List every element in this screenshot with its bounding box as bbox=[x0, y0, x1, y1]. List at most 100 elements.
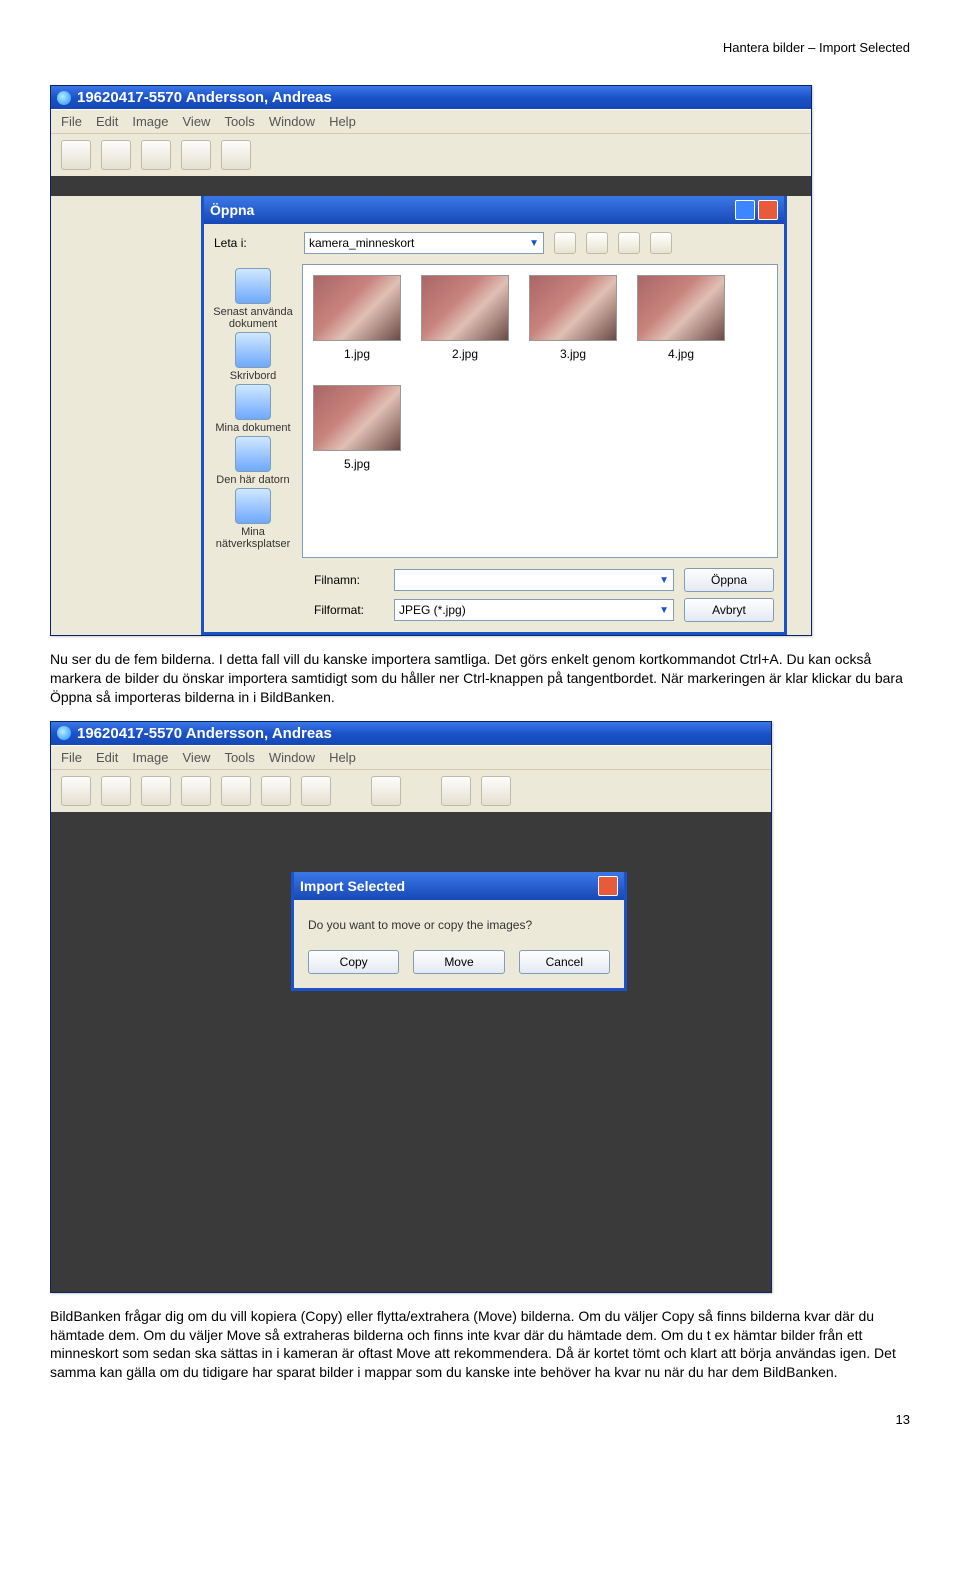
paragraph-1: Nu ser du de fem bilderna. I detta fall … bbox=[50, 650, 910, 707]
menu-edit[interactable]: Edit bbox=[96, 114, 118, 129]
file-thumb[interactable]: 5.jpg bbox=[313, 385, 401, 471]
titlebar: 19620417-5570 Andersson, Andreas bbox=[51, 86, 811, 109]
place-label: Mina dokument bbox=[215, 422, 290, 434]
look-in-combo[interactable]: kamera_minneskort ▼ bbox=[304, 232, 544, 254]
chevron-down-icon: ▼ bbox=[659, 575, 669, 586]
import-dialog: Import Selected Do you want to move or c… bbox=[291, 872, 627, 991]
filename-input[interactable]: ▼ bbox=[394, 569, 674, 591]
close-icon[interactable] bbox=[598, 876, 618, 896]
menu-help[interactable]: Help bbox=[329, 114, 356, 129]
toolbar-icon[interactable] bbox=[141, 776, 171, 806]
chevron-down-icon: ▼ bbox=[529, 238, 539, 249]
image-thumb-icon bbox=[313, 385, 401, 451]
cancel-button[interactable]: Cancel bbox=[519, 950, 610, 974]
page-header: Hantera bilder – Import Selected bbox=[50, 40, 910, 55]
new-folder-icon[interactable] bbox=[618, 232, 640, 254]
app-window: 19620417-5570 Andersson, Andreas File Ed… bbox=[50, 85, 812, 636]
places-bar: Senast använda dokument Skrivbord Mina d… bbox=[204, 262, 302, 560]
file-name: 2.jpg bbox=[452, 347, 478, 361]
place-recent[interactable]: Senast använda dokument bbox=[208, 268, 298, 330]
place-desktop[interactable]: Skrivbord bbox=[230, 332, 276, 382]
back-icon[interactable] bbox=[554, 232, 576, 254]
file-name: 3.jpg bbox=[560, 347, 586, 361]
titlebar: 19620417-5570 Andersson, Andreas bbox=[51, 722, 771, 745]
place-network[interactable]: Mina nätverksplatser bbox=[208, 488, 298, 550]
toolbar-icon[interactable] bbox=[221, 140, 251, 170]
image-thumb-icon bbox=[421, 275, 509, 341]
dialog-titlebar: Import Selected bbox=[294, 872, 624, 900]
toolbar-icon[interactable] bbox=[221, 776, 251, 806]
place-documents[interactable]: Mina dokument bbox=[215, 384, 290, 434]
menu-file[interactable]: File bbox=[61, 750, 82, 765]
toolbar-icon[interactable] bbox=[181, 140, 211, 170]
page-number: 13 bbox=[50, 1412, 910, 1427]
menubar: File Edit Image View Tools Window Help bbox=[51, 745, 771, 769]
client-area: Import Selected Do you want to move or c… bbox=[51, 812, 771, 1292]
menu-view[interactable]: View bbox=[183, 750, 211, 765]
look-in-value: kamera_minneskort bbox=[309, 236, 414, 250]
place-computer[interactable]: Den här datorn bbox=[216, 436, 289, 486]
window-title: 19620417-5570 Andersson, Andreas bbox=[77, 89, 332, 106]
window-title: 19620417-5570 Andersson, Andreas bbox=[77, 725, 332, 742]
filetype-value: JPEG (*.jpg) bbox=[399, 603, 466, 617]
views-icon[interactable] bbox=[650, 232, 672, 254]
place-label: Den här datorn bbox=[216, 474, 289, 486]
menu-window[interactable]: Window bbox=[269, 750, 315, 765]
file-name: 1.jpg bbox=[344, 347, 370, 361]
toolbar-icon[interactable] bbox=[301, 776, 331, 806]
filetype-combo[interactable]: JPEG (*.jpg) ▼ bbox=[394, 599, 674, 621]
toolbar-icon[interactable] bbox=[101, 776, 131, 806]
file-thumb[interactable]: 2.jpg bbox=[421, 275, 509, 361]
menu-image[interactable]: Image bbox=[132, 114, 168, 129]
filetype-label: Filformat: bbox=[314, 603, 384, 617]
toolbar-icon[interactable] bbox=[481, 776, 511, 806]
app-icon bbox=[57, 91, 71, 105]
open-button[interactable]: Öppna bbox=[684, 568, 774, 592]
app-window-2: 19620417-5570 Andersson, Andreas File Ed… bbox=[50, 721, 772, 1293]
menu-tools[interactable]: Tools bbox=[224, 114, 254, 129]
menu-edit[interactable]: Edit bbox=[96, 750, 118, 765]
paragraph-2: BildBanken frågar dig om du vill kopiera… bbox=[50, 1307, 910, 1383]
menu-help[interactable]: Help bbox=[329, 750, 356, 765]
toolbar-icon[interactable] bbox=[61, 776, 91, 806]
image-thumb-icon bbox=[529, 275, 617, 341]
toolbar-icon[interactable] bbox=[181, 776, 211, 806]
toolbar-icon[interactable] bbox=[61, 140, 91, 170]
help-icon[interactable] bbox=[735, 200, 755, 220]
close-icon[interactable] bbox=[758, 200, 778, 220]
toolbar bbox=[51, 769, 771, 812]
file-name: 4.jpg bbox=[668, 347, 694, 361]
app-icon bbox=[57, 726, 71, 740]
menu-tools[interactable]: Tools bbox=[224, 750, 254, 765]
toolbar-icon[interactable] bbox=[101, 140, 131, 170]
place-label: Senast använda dokument bbox=[213, 306, 293, 330]
place-label: Skrivbord bbox=[230, 370, 276, 382]
file-thumb[interactable]: 3.jpg bbox=[529, 275, 617, 361]
dialog-titlebar: Öppna bbox=[204, 196, 784, 224]
menu-image[interactable]: Image bbox=[132, 750, 168, 765]
cancel-button[interactable]: Avbryt bbox=[684, 598, 774, 622]
filename-label: Filnamn: bbox=[314, 573, 384, 587]
image-thumb-icon bbox=[637, 275, 725, 341]
copy-button[interactable]: Copy bbox=[308, 950, 399, 974]
file-thumb[interactable]: 4.jpg bbox=[637, 275, 725, 361]
menu-file[interactable]: File bbox=[61, 114, 82, 129]
image-thumb-icon bbox=[313, 275, 401, 341]
file-pane[interactable]: 1.jpg 2.jpg 3.jpg 4.jpg 5.jpg bbox=[302, 264, 778, 558]
place-label: Mina nätverksplatser bbox=[216, 526, 291, 550]
up-icon[interactable] bbox=[586, 232, 608, 254]
menu-view[interactable]: View bbox=[183, 114, 211, 129]
chevron-down-icon: ▼ bbox=[659, 605, 669, 616]
file-thumb[interactable]: 1.jpg bbox=[313, 275, 401, 361]
dialog-title: Öppna bbox=[210, 202, 254, 218]
toolbar-icon[interactable] bbox=[441, 776, 471, 806]
toolbar-icon[interactable] bbox=[141, 140, 171, 170]
toolbar bbox=[51, 133, 811, 176]
search-icon[interactable] bbox=[371, 776, 401, 806]
file-name: 5.jpg bbox=[344, 457, 370, 471]
move-button[interactable]: Move bbox=[413, 950, 504, 974]
menu-window[interactable]: Window bbox=[269, 114, 315, 129]
client-area-strip bbox=[51, 176, 811, 196]
dialog-title: Import Selected bbox=[300, 878, 405, 894]
toolbar-icon[interactable] bbox=[261, 776, 291, 806]
